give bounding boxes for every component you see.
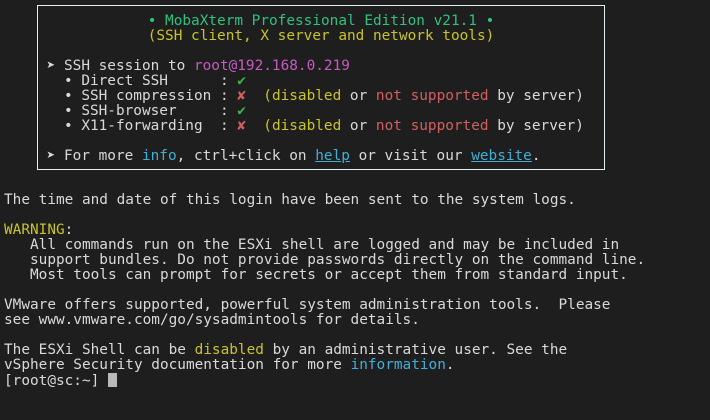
terminal-screen: • MobaXterm Professional Edition v21.1 •… <box>0 0 710 420</box>
esxi-line2-post: . <box>446 357 455 373</box>
feature-label: • SSH-browser : <box>38 103 237 119</box>
feature-note-byserver: by server) <box>489 88 584 104</box>
feature-label: • SSH compression : <box>38 88 237 104</box>
feature-note-notsupported: not supported <box>376 118 489 134</box>
blank-line <box>4 328 645 343</box>
ssh-session-host: root@192.168.0.219 <box>194 58 350 74</box>
feature-label: • X11-forwarding : <box>38 118 237 134</box>
footer-suffix: . <box>532 148 541 164</box>
mobaxterm-banner-box: • MobaXterm Professional Edition v21.1 •… <box>37 5 605 170</box>
disabled-word: disabled <box>195 342 264 358</box>
terminal-cursor[interactable] <box>108 373 117 387</box>
esxi-line2-pre: vSphere Security documentation for more <box>4 357 351 373</box>
footer-prefix: ➤ For more <box>38 148 142 164</box>
shell-prompt: [root@sc:~] <box>4 373 108 389</box>
info-text: info <box>142 148 177 164</box>
blank-line <box>4 283 645 298</box>
vsphere-line: vSphere Security documentation for more … <box>4 358 645 373</box>
website-link[interactable]: website <box>471 148 532 164</box>
blank-line <box>38 44 604 59</box>
warning-body-line: support bundles. Do not provide password… <box>4 253 645 268</box>
information-link[interactable]: information <box>351 357 446 373</box>
feature-note-disabled: (disabled <box>246 118 341 134</box>
feature-row-x11-forwarding: • X11-forwarding : ✘ (disabled or not su… <box>38 119 604 134</box>
banner-subtitle: (SSH client, X server and network tools) <box>38 29 604 44</box>
feature-note-byserver: by server) <box>489 118 584 134</box>
check-icon: ✔ <box>237 73 246 89</box>
check-icon: ✔ <box>237 103 246 119</box>
prompt-line[interactable]: [root@sc:~] <box>4 373 645 388</box>
esxi-line1-pre: The ESXi Shell can be <box>4 342 195 358</box>
feature-row-direct-ssh: • Direct SSH : ✔ <box>38 74 604 89</box>
warning-body-line: Most tools can prompt for secrets or acc… <box>4 268 645 283</box>
cross-icon: ✘ <box>237 88 246 104</box>
cross-icon: ✘ <box>237 118 246 134</box>
footer-mid2: or visit our <box>350 148 471 164</box>
warning-label: WARNING <box>4 222 65 238</box>
banner-footer-line: ➤ For more info, ctrl+click on help or v… <box>38 149 604 164</box>
blank-line <box>4 208 645 223</box>
esxi-shell-line: The ESXi Shell can be disabled by an adm… <box>4 343 645 358</box>
banner-title: • MobaXterm Professional Edition v21.1 • <box>38 14 604 29</box>
ssh-session-prefix: ➤ SSH session to <box>38 58 194 74</box>
help-link[interactable]: help <box>315 148 350 164</box>
ssh-session-line: ➤ SSH session to root@192.168.0.219 <box>38 59 604 74</box>
system-logs-line: The time and date of this login have bee… <box>4 193 645 208</box>
vmware-line: see www.vmware.com/go/sysadmintools for … <box>4 313 645 328</box>
warning-body-line: All commands run on the ESXi shell are l… <box>4 238 645 253</box>
esxi-line1-post: by an administrative user. See the <box>264 342 567 358</box>
feature-row-ssh-browser: • SSH-browser : ✔ <box>38 104 604 119</box>
blank-line <box>38 134 604 149</box>
feature-note-notsupported: not supported <box>376 88 489 104</box>
warning-line: WARNING: <box>4 223 645 238</box>
feature-note-or: or <box>341 88 376 104</box>
vmware-line: VMware offers supported, powerful system… <box>4 298 645 313</box>
feature-note-or: or <box>341 118 376 134</box>
footer-mid1: , ctrl+click on <box>177 148 316 164</box>
warning-colon: : <box>65 222 74 238</box>
feature-row-ssh-compression: • SSH compression : ✘ (disabled or not s… <box>38 89 604 104</box>
feature-note-disabled: (disabled <box>246 88 341 104</box>
feature-label: • Direct SSH : <box>38 73 237 89</box>
terminal-output: The time and date of this login have bee… <box>4 193 645 388</box>
